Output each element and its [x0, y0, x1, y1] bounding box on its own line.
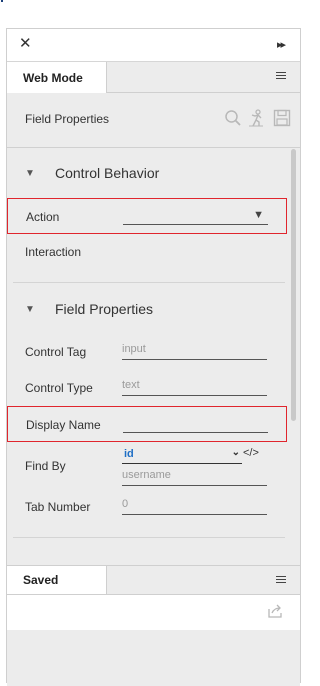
code-icon[interactable]: </> — [243, 447, 259, 459]
field-properties-header[interactable]: ▼ Field Properties — [7, 294, 300, 324]
toolbar-title: Field Properties — [25, 112, 110, 126]
dock-icon[interactable]: ▸▸ — [277, 38, 286, 51]
properties-panel: ✕ ▸▸ Web Mode Field Properties ▼ Control… — [6, 28, 301, 686]
section-title: Field Properties — [55, 301, 154, 317]
tab-number-label: Tab Number — [25, 500, 91, 514]
collapse-triangle-icon: ▼ — [25, 304, 35, 315]
control-type-label: Control Type — [25, 381, 93, 395]
find-by-select[interactable]: id ⌄ — [122, 447, 242, 464]
hamburger-menu-icon[interactable] — [276, 576, 286, 584]
action-label: Action — [26, 210, 60, 224]
save-icon[interactable] — [273, 109, 291, 127]
tab-label: Web Mode — [23, 71, 83, 85]
section-title: Control Behavior — [55, 165, 160, 181]
section-divider — [13, 537, 285, 538]
hamburger-menu-icon[interactable] — [276, 72, 286, 80]
mode-tab-row: Web Mode — [7, 62, 300, 93]
control-type-field[interactable]: text — [122, 376, 267, 396]
action-row: Action ▼ — [7, 198, 287, 234]
saved-body — [7, 594, 300, 630]
tab-saved[interactable]: Saved — [7, 566, 107, 594]
control-tag-label: Control Tag — [25, 345, 87, 359]
display-name-label: Display Name — [26, 418, 101, 432]
interaction-row[interactable]: Interaction — [7, 234, 287, 270]
search-icon[interactable] — [224, 109, 242, 127]
close-icon[interactable]: ✕ — [19, 36, 32, 52]
dropdown-arrow-icon: ▼ — [253, 209, 264, 221]
display-name-row: Display Name — [7, 406, 287, 442]
find-by-row: Find By id ⌄ </> username — [7, 447, 287, 491]
tab-number-row: Tab Number 0 — [7, 489, 287, 525]
corner-dot — [1, 0, 3, 2]
tab-web-mode[interactable]: Web Mode — [7, 62, 107, 93]
control-tag-row: Control Tag input — [7, 334, 287, 370]
find-by-selected: id — [124, 448, 134, 460]
panel-topbar: ✕ ▸▸ — [7, 29, 300, 62]
display-name-field[interactable] — [123, 413, 268, 433]
control-behavior-header[interactable]: ▼ Control Behavior — [7, 158, 300, 188]
control-type-row: Control Type text — [7, 370, 287, 406]
saved-panel: Saved — [7, 565, 300, 686]
inspect-pointer-icon[interactable] — [247, 109, 265, 127]
control-tag-field[interactable]: input — [122, 340, 267, 360]
scrollbar[interactable] — [291, 149, 296, 421]
interaction-label: Interaction — [25, 245, 82, 259]
tab-label: Saved — [23, 573, 59, 587]
tab-number-field[interactable]: 0 — [122, 495, 267, 515]
action-select[interactable]: ▼ — [123, 205, 268, 225]
section-divider — [13, 282, 285, 283]
collapse-triangle-icon: ▼ — [25, 168, 35, 179]
find-by-label: Find By — [25, 459, 66, 473]
chevron-down-icon: ⌄ — [231, 447, 240, 458]
field-properties-toolbar: Field Properties — [7, 93, 300, 148]
find-by-value-field[interactable]: username — [122, 466, 267, 486]
export-icon[interactable] — [268, 604, 284, 618]
